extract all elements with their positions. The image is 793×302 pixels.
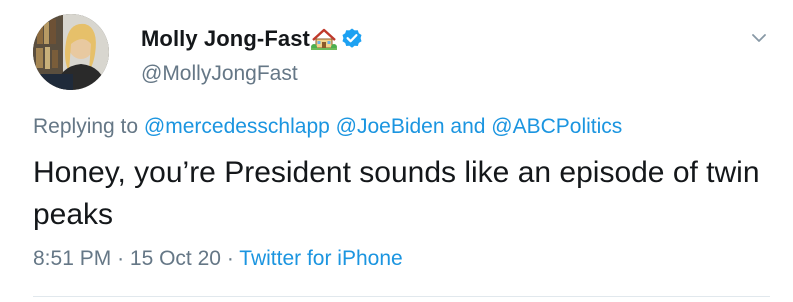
replying-to-label: Replying to: [33, 115, 139, 138]
mention-abcpolitics[interactable]: @ABCPolitics: [491, 115, 622, 138]
author-display-name[interactable]: Molly Jong-Fast: [141, 26, 310, 52]
tweet-card: Molly Jong-Fast @MollyJongFast Replying …: [0, 0, 793, 302]
tweet-text: Honey, you’re President sounds like an e…: [33, 156, 760, 231]
verified-badge-icon: [340, 27, 364, 51]
replying-to-line: Replying to @mercedesschlapp @JoeBiden a…: [33, 115, 622, 139]
tweet-meta: 8:51 PM · 15 Oct 20 · Twitter for iPhone: [33, 247, 403, 271]
tweet-time[interactable]: 8:51 PM: [33, 247, 111, 270]
chevron-down-icon[interactable]: [748, 30, 770, 46]
meta-separator: ·: [117, 247, 125, 270]
mention-mercedesschlapp[interactable]: @mercedesschlapp: [144, 115, 330, 138]
author-name-row[interactable]: Molly Jong-Fast: [141, 26, 364, 52]
divider: [33, 296, 770, 297]
avatar[interactable]: [33, 14, 109, 90]
avatar-photo: [33, 14, 109, 90]
reply-conjunction: and: [450, 115, 486, 138]
author-handle[interactable]: @MollyJongFast: [141, 62, 298, 86]
house-with-garden-icon: [310, 28, 337, 50]
tweet-date[interactable]: 15 Oct 20: [130, 247, 221, 270]
mention-joebiden[interactable]: @JoeBiden: [336, 115, 445, 138]
meta-separator: ·: [226, 247, 234, 270]
tweet-source-link[interactable]: Twitter for iPhone: [239, 247, 402, 270]
